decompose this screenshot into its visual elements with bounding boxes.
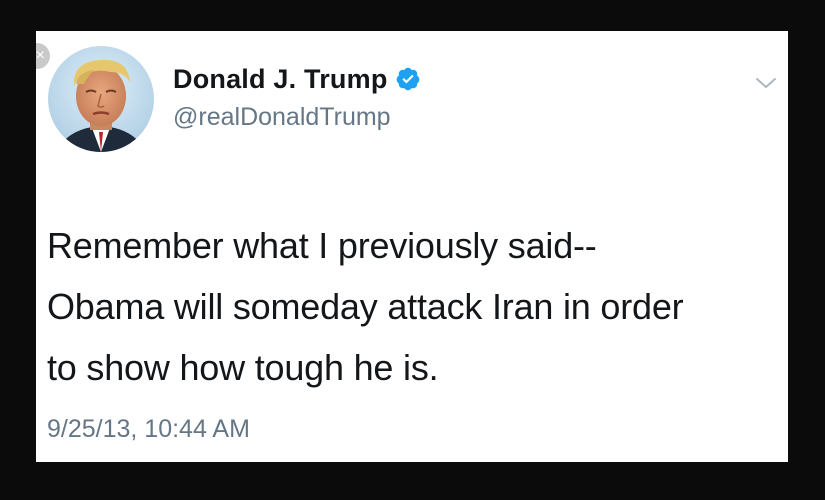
tweet-text-line: Obama will someday attack Iran in order: [47, 286, 684, 327]
close-button[interactable]: ×: [36, 43, 50, 69]
close-icon: ×: [36, 47, 45, 64]
tweet-text-line: to show how tough he is.: [47, 347, 439, 388]
chevron-down-icon[interactable]: [754, 75, 778, 91]
display-name[interactable]: Donald J. Trump: [173, 64, 388, 95]
tweet-text-line: Remember what I previously said--: [47, 225, 597, 266]
tweet-timestamp[interactable]: 9/25/13, 10:44 AM: [47, 415, 250, 444]
user-handle[interactable]: @realDonaldTrump: [173, 103, 391, 132]
avatar[interactable]: [48, 46, 154, 152]
author-row: Donald J. Trump: [173, 62, 421, 96]
verified-badge-icon: [395, 66, 421, 92]
profile-photo: [48, 46, 154, 152]
tweet-text: Remember what I previously said-- Obama …: [47, 215, 782, 398]
screenshot-frame: × Donald J. Trump @realDonaldTrump Remem…: [0, 0, 825, 500]
tweet-card: × Donald J. Trump @realDonaldTrump Remem…: [36, 31, 788, 462]
